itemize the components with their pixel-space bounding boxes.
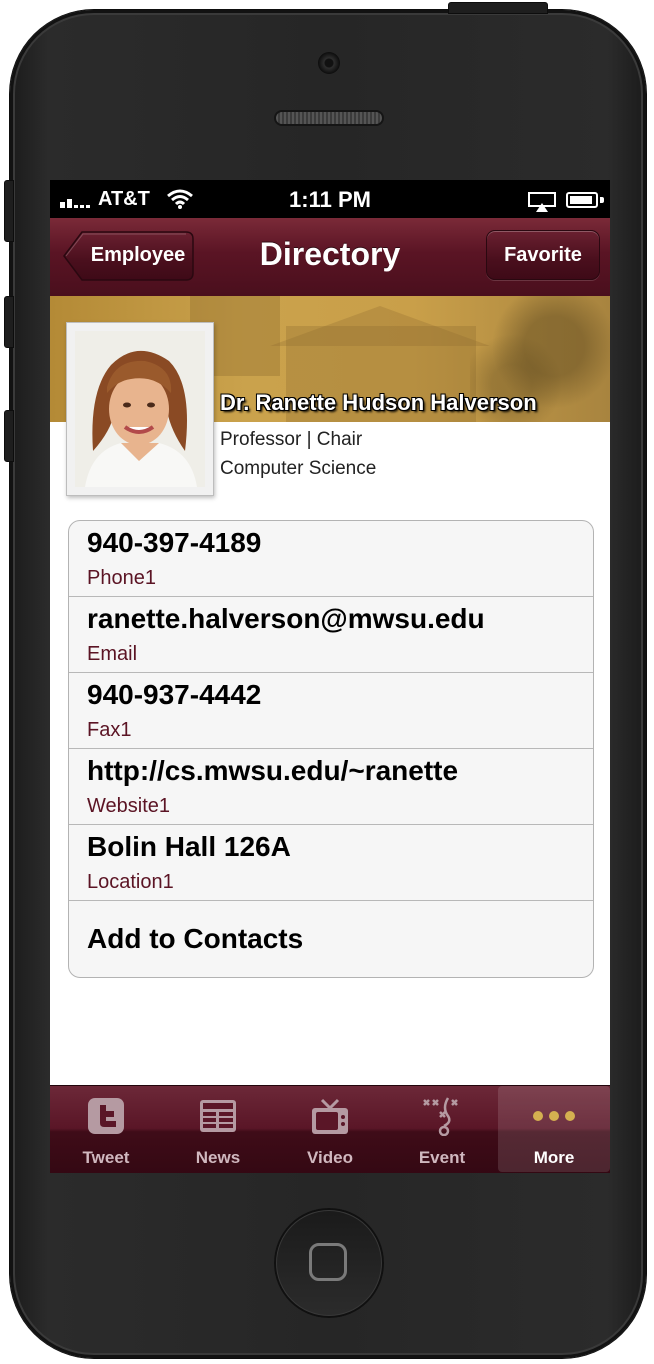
email-label: Email <box>87 643 138 665</box>
content-area: Dr. Ranette Hudson Halverson Professor |… <box>50 296 610 1085</box>
more-dots-icon <box>533 1111 575 1121</box>
battery-tip <box>600 197 604 203</box>
battery-icon <box>566 192 598 208</box>
playbook-icon <box>423 1097 458 1136</box>
website-label: Website1 <box>87 795 171 817</box>
power-button <box>448 2 548 14</box>
home-button[interactable] <box>274 1208 384 1318</box>
favorite-button-label: Favorite <box>504 244 582 266</box>
screen: AT&T 1:11 PM Employee Directory Favorite… <box>50 180 610 1173</box>
tv-icon <box>312 1098 348 1134</box>
phone-row[interactable]: 940-397-4189 Phone1 <box>69 521 593 597</box>
favorite-button[interactable]: Favorite <box>486 230 600 280</box>
airplay-icon <box>528 192 556 212</box>
person-title: Professor | Chair <box>220 429 363 450</box>
status-bar: AT&T 1:11 PM <box>50 180 610 218</box>
tab-news-label: News <box>195 1148 241 1167</box>
profile-photo <box>75 331 205 487</box>
location-row[interactable]: Bolin Hall 126A Location1 <box>69 825 593 901</box>
volume-down-button <box>4 410 14 462</box>
add-to-contacts-label: Add to Contacts <box>87 923 304 954</box>
phone-value: 940-397-4189 <box>87 527 262 558</box>
person-name: Dr. Ranette Hudson Halverson <box>220 390 537 415</box>
website-value: http://cs.mwsu.edu/~ranette <box>87 755 459 786</box>
newspaper-icon <box>200 1100 236 1132</box>
twitter-icon <box>88 1098 124 1134</box>
clock: 1:11 PM <box>289 187 371 212</box>
tab-event[interactable]: Event <box>386 1086 498 1172</box>
add-to-contacts-button[interactable]: Add to Contacts <box>69 901 593 977</box>
tab-more[interactable]: More <box>498 1086 610 1172</box>
tab-tweet-label: Tweet <box>82 1148 130 1167</box>
tab-event-label: Event <box>418 1148 466 1167</box>
tab-video[interactable]: Video <box>274 1086 386 1172</box>
tab-more-label: More <box>533 1148 575 1167</box>
earpiece-speaker <box>274 110 384 126</box>
home-square-icon <box>309 1243 347 1281</box>
mute-switch <box>4 180 14 242</box>
email-row[interactable]: ranette.halverson@mwsu.edu Email <box>69 597 593 673</box>
front-camera <box>318 52 340 74</box>
volume-up-button <box>4 296 14 348</box>
location-value: Bolin Hall 126A <box>87 831 291 862</box>
profile-photo-frame <box>66 322 214 496</box>
navigation-bar: Employee Directory Favorite <box>50 218 610 297</box>
tab-news[interactable]: News <box>162 1086 274 1172</box>
email-value: ranette.halverson@mwsu.edu <box>87 603 485 634</box>
person-department: Computer Science <box>220 458 377 479</box>
tab-tweet[interactable]: Tweet <box>50 1086 162 1172</box>
location-label: Location1 <box>87 871 174 893</box>
fax-value: 940-937-4442 <box>87 679 262 710</box>
tab-bar: Tweet News Video Event More <box>50 1085 610 1173</box>
fax-row[interactable]: 940-937-4442 Fax1 <box>69 673 593 749</box>
contact-details-list: 940-397-4189 Phone1 ranette.halverson@mw… <box>68 520 594 978</box>
tab-video-label: Video <box>307 1148 353 1167</box>
fax-label: Fax1 <box>87 719 132 741</box>
website-row[interactable]: http://cs.mwsu.edu/~ranette Website1 <box>69 749 593 825</box>
phone-label: Phone1 <box>87 567 156 589</box>
